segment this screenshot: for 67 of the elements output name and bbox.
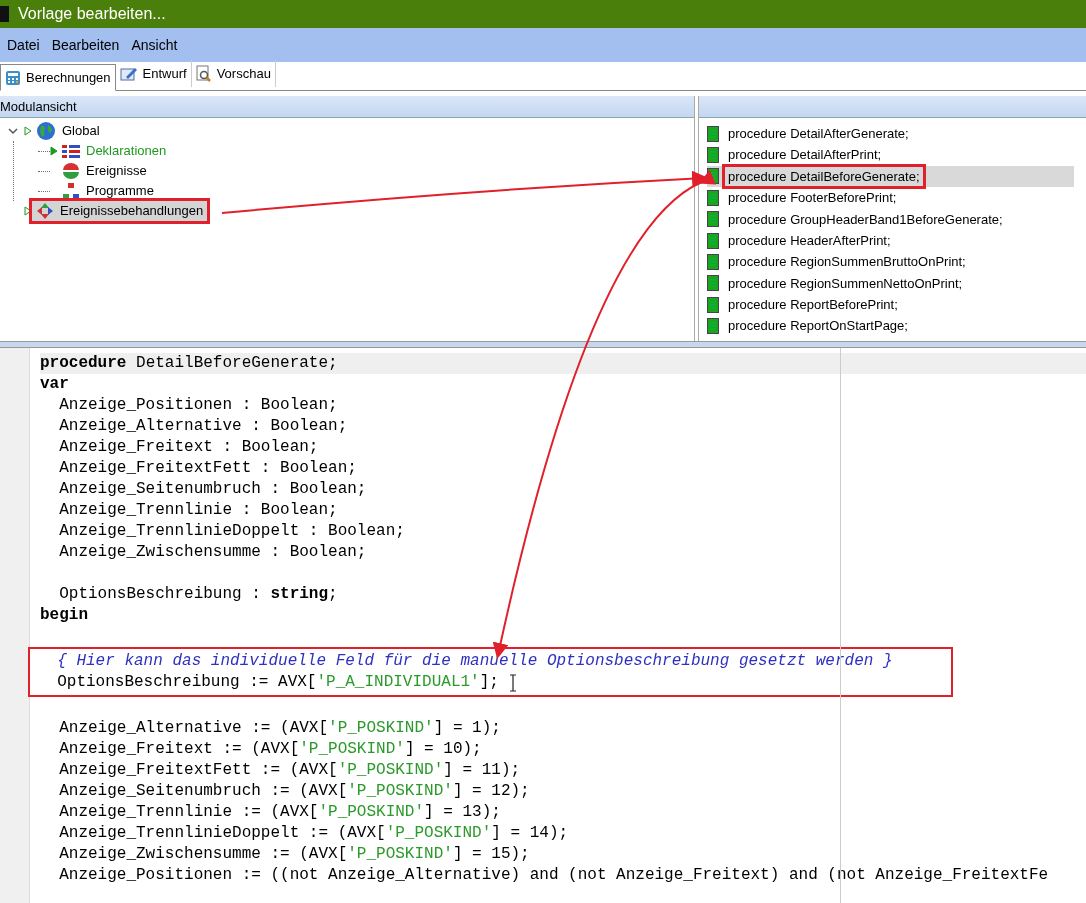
chevron-icon[interactable] xyxy=(8,127,18,135)
code-line: Anzeige_Seitenumbruch : Boolean; xyxy=(58,479,367,500)
menu-item[interactable]: Datei xyxy=(7,34,40,56)
four-arrows-icon xyxy=(36,202,54,220)
tree-item[interactable]: Ereignissebehandlungen xyxy=(32,201,208,221)
code-line: Anzeige_Zwischensumme := (AVX['P_POSKIND'] = 15); xyxy=(58,844,530,865)
procedure-item[interactable]: procedure DetailAfterGenerate; xyxy=(707,123,1074,145)
code-line: Anzeige_Zwischensumme : Boolean; xyxy=(58,542,367,563)
window-title: Vorlage bearbeiten... xyxy=(18,4,166,24)
code-line: Anzeige_Trennlinie : Boolean; xyxy=(58,500,338,521)
code-line: begin xyxy=(40,605,88,626)
tab[interactable]: Vorschau xyxy=(191,60,276,87)
tree-item[interactable]: Deklarationen xyxy=(58,141,171,161)
document-icon xyxy=(707,211,719,228)
code-line: Anzeige_Positionen : Boolean; xyxy=(58,395,338,416)
code-line: Anzeige_FreitextFett : Boolean; xyxy=(58,458,357,479)
document-icon xyxy=(707,147,719,164)
code-line: var xyxy=(40,374,69,395)
procedure-item[interactable]: procedure ReportOnStartPage; xyxy=(707,315,1074,337)
table-grid-icon xyxy=(62,144,80,158)
code-line: { Hier kann das individuelle Feld für die manuelle Optionsbeschreibung gesetzt werden } xyxy=(56,651,893,672)
code-line: Anzeige_Seitenumbruch := (AVX['P_POSKIND'] = 12); xyxy=(58,781,530,802)
magnifier-page-icon xyxy=(195,64,212,83)
procedure-item[interactable]: procedure DetailAfterPrint; xyxy=(707,144,1074,166)
calculator-icon xyxy=(5,69,21,86)
code-line: Anzeige_Trennlinie := (AVX['P_POSKIND'] = 13); xyxy=(58,802,501,823)
triangle-icon xyxy=(24,206,32,216)
document-icon xyxy=(707,254,719,271)
text-cursor-icon xyxy=(508,673,517,692)
document-icon xyxy=(707,296,719,313)
panel-header: Modulansicht xyxy=(0,96,694,118)
procedure-item[interactable]: procedure RegionSummenNettoOnPrint; xyxy=(707,272,1074,295)
triangle-icon xyxy=(50,146,58,156)
tree-item[interactable]: Global xyxy=(32,121,104,141)
triangle-icon xyxy=(24,126,32,136)
code-line: Anzeige_Alternative := (AVX['P_POSKIND'] = 1); xyxy=(58,718,501,739)
procedure-item[interactable]: procedure GroupHeaderBand1BeforeGenerate; xyxy=(707,208,1074,230)
globe-icon xyxy=(36,121,56,141)
code-line: Anzeige_TrennlinieDoppelt := (AVX['P_POSKIND'] = 14); xyxy=(58,823,569,844)
document-icon xyxy=(707,125,719,142)
tree-item[interactable]: Ereignisse xyxy=(58,161,151,181)
pencil-form-icon xyxy=(119,65,138,82)
procedure-item[interactable]: procedure FooterBeforePrint; xyxy=(707,187,1074,209)
document-icon xyxy=(707,168,719,185)
tab[interactable]: Entwurf xyxy=(115,60,192,87)
document-icon xyxy=(707,189,719,206)
window-icon xyxy=(0,4,10,24)
code-line: Anzeige_TrennlinieDoppelt : Boolean; xyxy=(58,521,405,542)
document-icon xyxy=(707,318,719,335)
menu-item[interactable]: Ansicht xyxy=(131,34,178,56)
code-line: Anzeige_Freitext := (AVX['P_POSKIND'] = 10); xyxy=(58,739,482,760)
code-line: procedure DetailBeforeGenerate; xyxy=(40,353,338,374)
code-line: Anzeige_Positionen := ((not Anzeige_Alternative) and (not Anzeige_Freitext) and (not Anzeige_FreitextFe xyxy=(58,865,1049,886)
tab[interactable]: Berechnungen xyxy=(0,64,116,91)
code-line: OptionsBeschreibung := AVX['P_A_INDIVIDUAL1']; xyxy=(56,672,499,693)
code-line: Anzeige_Alternative : Boolean; xyxy=(58,416,348,437)
code-line: Anzeige_Freitext : Boolean; xyxy=(58,437,319,458)
procedure-item[interactable]: procedure ReportBeforePrint; xyxy=(707,294,1074,316)
code-line: Anzeige_FreitextFett := (AVX['P_POSKIND'] = 11); xyxy=(58,760,521,781)
striped-ball-icon xyxy=(62,163,80,179)
document-icon xyxy=(707,275,719,292)
code-line: OptionsBeschreibung : string; xyxy=(58,584,338,605)
document-icon xyxy=(707,232,719,249)
procedure-item[interactable]: procedure RegionSummenBruttoOnPrint; xyxy=(707,251,1074,273)
procedure-item[interactable]: procedure HeaderAfterPrint; xyxy=(707,229,1074,252)
procedure-item[interactable]: procedure DetailBeforeGenerate; xyxy=(707,165,1074,188)
menu-item[interactable]: Bearbeiten xyxy=(51,34,120,56)
